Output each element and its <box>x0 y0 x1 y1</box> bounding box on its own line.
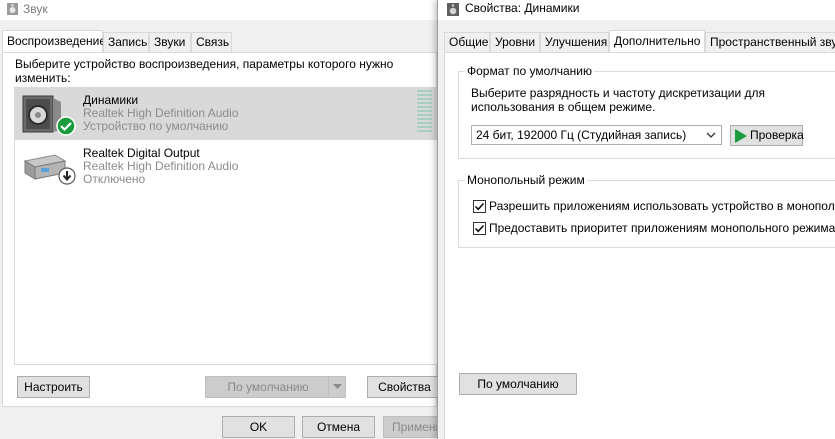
tab-enhancements[interactable]: Улучшения <box>540 32 609 52</box>
tab-playback[interactable]: Воспроизведение <box>2 30 106 52</box>
tab-recording[interactable]: Запись <box>103 32 149 52</box>
properties-button[interactable]: Свойства <box>367 376 442 398</box>
default-format-legend: Формат по умолчанию <box>465 64 594 78</box>
speaker-icon <box>447 3 459 16</box>
properties-window-title: Свойства: Динамики <box>465 1 580 15</box>
default-format-group: Формат по умолчанию Выберите разрядность… <box>458 64 835 159</box>
format-select-value: 24 бит, 192000 Гц (Студийная запись) <box>476 128 687 142</box>
default-format-description: Выберите разрядность и частоту дискретиз… <box>471 86 766 114</box>
device-list: Динамики Realtek High Definition Audio У… <box>14 87 439 365</box>
ok-button[interactable]: OK <box>222 416 295 438</box>
speaker-properties-window: Свойства: Динамики Общие Уровни Улучшени… <box>437 0 835 439</box>
tab-spatial-sound[interactable]: Пространственный звук <box>705 32 835 52</box>
tab-advanced[interactable]: Дополнительно <box>609 30 705 52</box>
volume-meter <box>417 90 432 134</box>
apply-button[interactable]: Примени <box>383 416 443 438</box>
advanced-panel: Формат по умолчанию Выберите разрядность… <box>444 52 835 439</box>
properties-titlebar: Свойства: Динамики <box>438 0 835 20</box>
restore-default-button[interactable]: По умолчанию <box>459 373 577 395</box>
exclusive-mode-legend: Монопольный режим <box>465 173 587 187</box>
check-badge-icon <box>56 116 76 136</box>
cancel-button[interactable]: Отмена <box>302 416 375 438</box>
device-name: Динамики <box>83 93 139 107</box>
device-name: Realtek Digital Output <box>83 146 200 160</box>
device-item-speakers[interactable]: Динамики Realtek High Definition Audio У… <box>15 88 439 140</box>
allow-exclusive-label: Разрешить приложениям использовать устро… <box>489 199 835 213</box>
test-button-label: Проверка <box>750 128 804 142</box>
device-status: Устройство по умолчанию <box>83 119 229 133</box>
tab-levels[interactable]: Уровни <box>490 32 540 52</box>
test-button[interactable]: Проверка <box>730 125 804 146</box>
checkbox-box[interactable] <box>473 200 486 213</box>
sound-window-title: Звук <box>23 2 48 16</box>
exclusive-mode-group: Монопольный режим Разрешить приложениям … <box>458 173 835 248</box>
chevron-down-icon[interactable] <box>328 377 345 397</box>
device-driver: Realtek High Definition Audio <box>83 159 239 173</box>
device-status: Отключено <box>83 172 146 186</box>
sound-window: Звук Воспроизведение Запись Звуки Связь … <box>0 0 443 439</box>
set-default-button[interactable]: По умолчанию <box>205 376 346 398</box>
tab-sounds[interactable]: Звуки <box>149 32 191 52</box>
chevron-down-icon <box>706 132 716 138</box>
playback-panel: Выберите устройство воспроизведения, пар… <box>2 52 442 407</box>
disabled-arrow-badge-icon <box>58 167 76 185</box>
format-select[interactable]: 24 бит, 192000 Гц (Студийная запись) <box>471 125 722 145</box>
set-default-label: По умолчанию <box>227 380 309 394</box>
tab-general[interactable]: Общие <box>444 32 490 52</box>
playback-description: Выберите устройство воспроизведения, пар… <box>15 57 394 85</box>
checkbox-box[interactable] <box>473 222 486 235</box>
sound-footer: OK Отмена Примени <box>0 408 443 439</box>
device-item-digital-output[interactable]: Realtek Digital Output Realtek High Defi… <box>15 141 439 193</box>
checkmark-icon <box>474 202 485 211</box>
tab-communications[interactable]: Связь <box>191 32 232 52</box>
configure-button[interactable]: Настроить <box>17 376 90 398</box>
play-icon <box>735 129 747 143</box>
speaker-icon <box>7 3 18 15</box>
device-driver: Realtek High Definition Audio <box>83 106 239 120</box>
sound-titlebar: Звук <box>0 0 437 20</box>
exclusive-priority-label: Предоставить приоритет приложениям моноп… <box>489 221 835 235</box>
checkmark-icon <box>474 224 485 233</box>
